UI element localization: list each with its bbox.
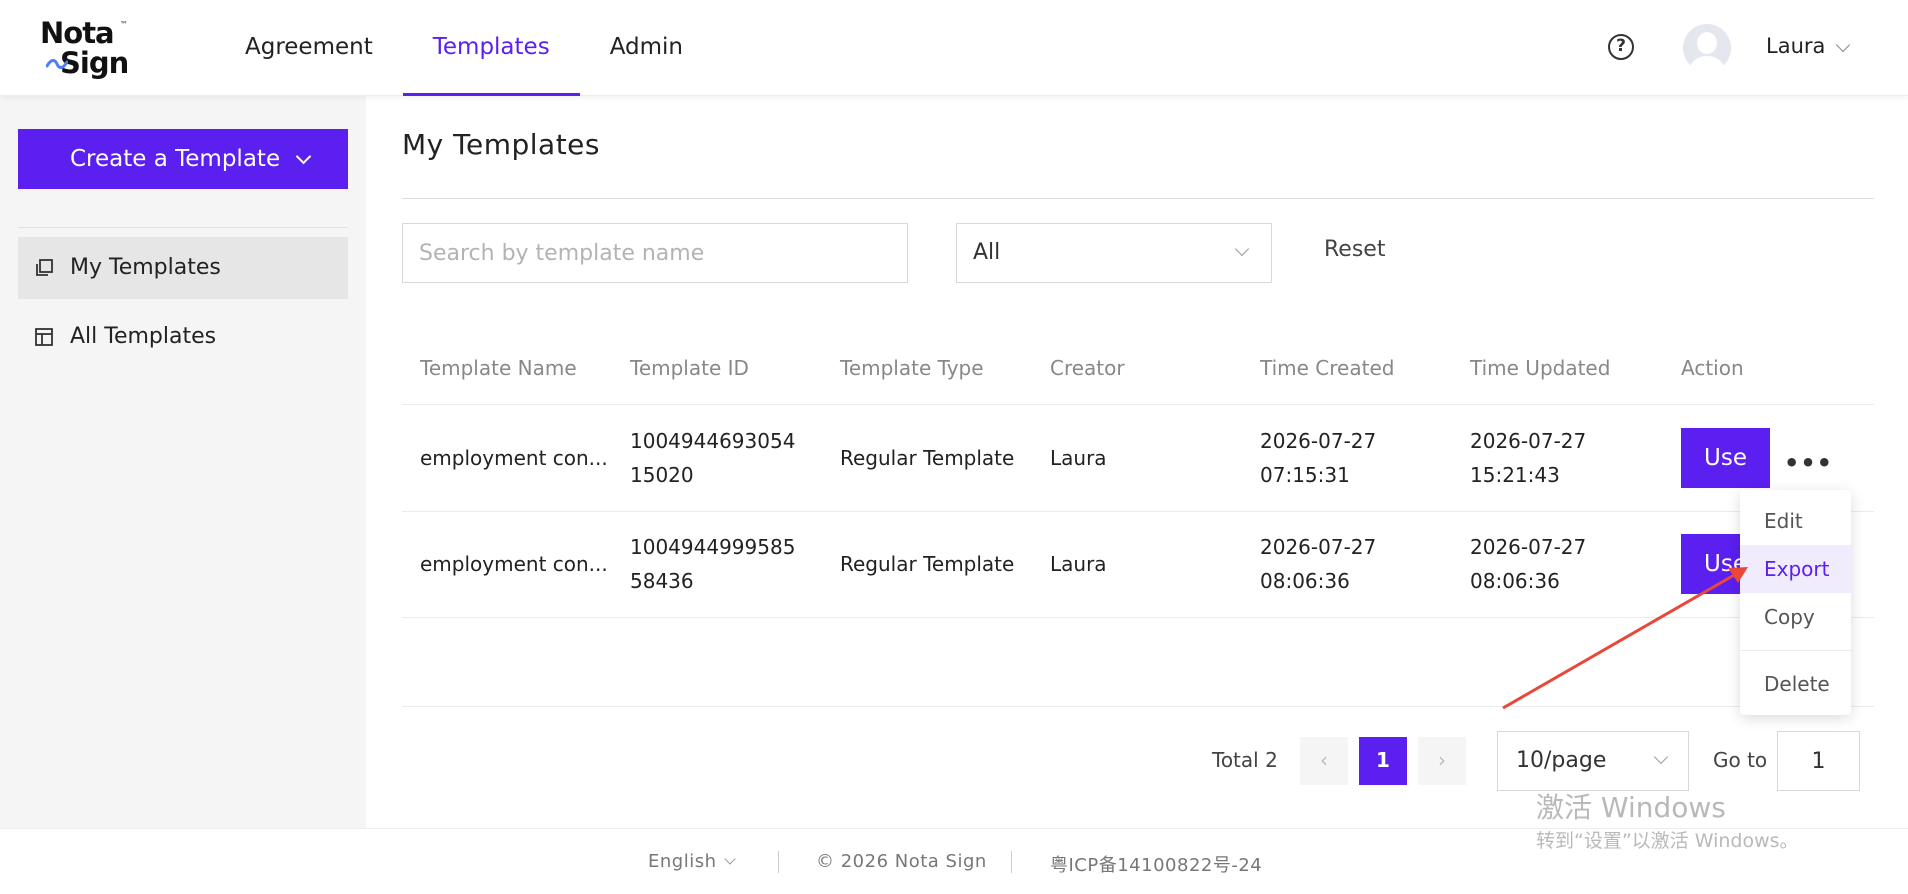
time-text: 07:15:31 [1260, 463, 1350, 487]
date-text: 2026-07-27 [1470, 429, 1587, 453]
nav-agreement[interactable]: Agreement [215, 0, 403, 96]
row-divider [402, 617, 1874, 618]
pagination-prev-button[interactable]: ‹ [1300, 737, 1348, 785]
logo-wave-icon [46, 59, 68, 69]
chevron-down-icon [295, 148, 312, 165]
time-updated-cell: 2026-07-27 08:06:36 [1470, 530, 1586, 598]
main-nav: Agreement Templates Admin [215, 0, 713, 96]
sidebar-item-all-templates[interactable]: All Templates [18, 306, 348, 368]
creator-cell: Laura [1050, 446, 1107, 470]
page-title: My Templates [402, 128, 600, 161]
footer-separator [778, 851, 779, 873]
template-id-part: 1004944693054 [630, 429, 796, 453]
time-text: 15:21:43 [1470, 463, 1560, 487]
search-input[interactable] [402, 223, 908, 283]
sidebar: Create a Template My Templates All Templ… [0, 96, 366, 828]
use-template-button[interactable]: Use [1681, 428, 1770, 488]
time-updated-cell: 2026-07-27 15:21:43 [1470, 424, 1586, 492]
more-actions-icon[interactable]: ••• [1784, 449, 1833, 477]
template-id-part: 15020 [630, 463, 694, 487]
page-size-select[interactable]: 10/page [1497, 731, 1689, 791]
chevron-down-icon [1653, 749, 1669, 765]
help-icon[interactable]: ? [1608, 34, 1634, 60]
column-header-id: Template ID [630, 356, 749, 380]
template-type-cell: Regular Template [840, 552, 1015, 576]
templates-stack-icon [36, 259, 53, 276]
copyright-text: © 2026 Nota Sign [816, 851, 987, 872]
column-header-creator: Creator [1050, 356, 1125, 380]
logo-text-sign: Sign [60, 46, 129, 80]
create-template-button[interactable]: Create a Template [18, 129, 348, 189]
language-selector[interactable]: English [648, 851, 717, 872]
pagination-next-button[interactable]: › [1418, 737, 1466, 785]
date-text: 2026-07-27 [1470, 535, 1587, 559]
template-type-cell: Regular Template [840, 446, 1015, 470]
column-header-action: Action [1681, 356, 1744, 380]
template-name-cell[interactable]: employment con... [420, 547, 608, 581]
template-name-cell[interactable]: employment con... [420, 441, 608, 475]
template-id-part: 58436 [630, 569, 694, 593]
menu-item-copy[interactable]: Copy [1740, 593, 1851, 641]
table-header-divider [402, 404, 1874, 405]
menu-item-export[interactable]: Export [1740, 545, 1851, 593]
avatar-head-shape [1697, 32, 1717, 54]
sidebar-item-label: All Templates [70, 324, 217, 349]
template-id-cell: 1004944693054 15020 [630, 424, 795, 492]
reset-button[interactable]: Reset [1324, 237, 1385, 262]
sidebar-item-label: My Templates [70, 255, 221, 280]
sidebar-divider [18, 227, 348, 228]
sidebar-item-my-templates[interactable]: My Templates [18, 237, 348, 299]
menu-divider [1740, 650, 1851, 651]
column-header-time-created: Time Created [1260, 356, 1395, 380]
time-created-cell: 2026-07-27 08:06:36 [1260, 530, 1376, 598]
goto-page-input[interactable] [1777, 731, 1860, 791]
table-bottom-divider [402, 706, 1874, 707]
column-header-type: Template Type [840, 356, 984, 380]
avatar-body-shape [1689, 56, 1725, 72]
time-text: 08:06:36 [1260, 569, 1350, 593]
column-header-name: Template Name [420, 356, 577, 380]
chevron-down-icon[interactable] [1835, 37, 1851, 53]
template-type-select[interactable]: All [956, 223, 1272, 283]
date-text: 2026-07-27 [1260, 429, 1377, 453]
nota-sign-logo[interactable]: Nota ™ Sign [40, 16, 150, 80]
top-header: Nota ™ Sign Agreement Templates Admin ? … [0, 0, 1908, 96]
creator-cell: Laura [1050, 552, 1107, 576]
title-divider [402, 198, 1874, 199]
template-id-part: 1004944999585 [630, 535, 796, 559]
goto-label: Go to [1713, 748, 1768, 772]
template-id-cell: 1004944999585 58436 [630, 530, 795, 598]
layout-icon [35, 328, 53, 346]
pagination-page-button[interactable]: 1 [1359, 737, 1407, 785]
chevron-down-icon [1234, 241, 1250, 257]
user-menu-name[interactable]: Laura [1766, 34, 1825, 58]
icp-license-link[interactable]: 粤ICP备14100822号-24 [1050, 851, 1262, 877]
logo-trademark: ™ [120, 20, 128, 29]
column-header-time-updated: Time Updated [1470, 356, 1611, 380]
time-text: 08:06:36 [1470, 569, 1560, 593]
menu-item-delete[interactable]: Delete [1740, 660, 1851, 708]
page-size-value: 10/page [1516, 748, 1607, 773]
nav-templates[interactable]: Templates [402, 0, 580, 96]
windows-activation-watermark: 激活 Windows [1536, 791, 1726, 824]
logo-text-nota: Nota [40, 16, 115, 50]
avatar[interactable] [1683, 24, 1731, 72]
create-template-label: Create a Template [70, 146, 281, 172]
type-select-value: All [973, 240, 1001, 265]
row-actions-menu: Edit Export Copy Delete [1740, 490, 1851, 715]
date-text: 2026-07-27 [1260, 535, 1377, 559]
windows-activation-hint: 转到“设置”以激活 Windows。 [1536, 830, 1799, 852]
footer-separator [1011, 851, 1012, 873]
time-created-cell: 2026-07-27 07:15:31 [1260, 424, 1376, 492]
row-divider [402, 511, 1874, 512]
menu-item-edit[interactable]: Edit [1740, 497, 1851, 545]
nav-admin[interactable]: Admin [580, 0, 713, 96]
pagination-total: Total 2 [1212, 748, 1278, 772]
chevron-down-icon[interactable] [724, 853, 736, 865]
